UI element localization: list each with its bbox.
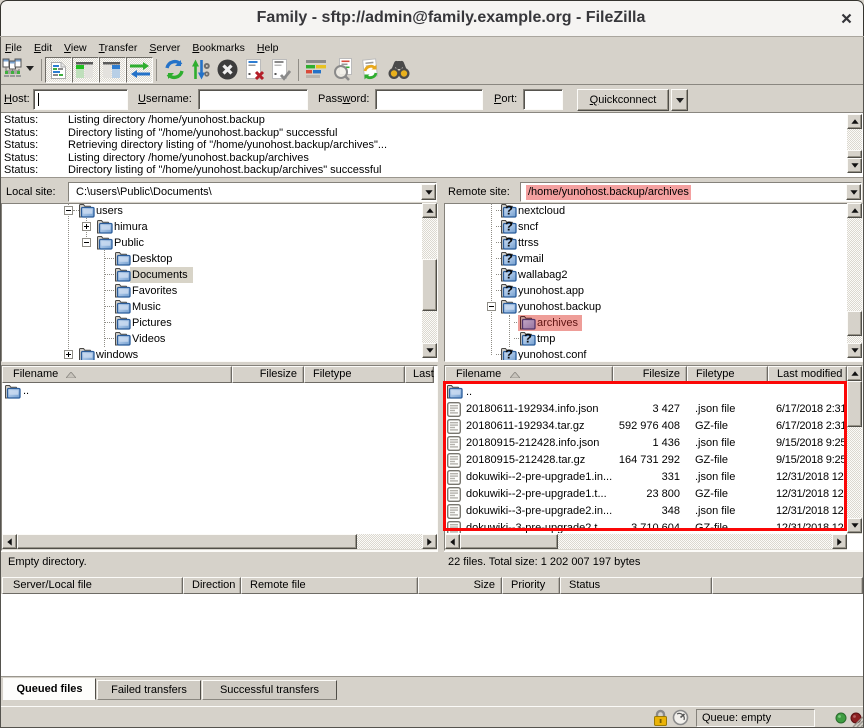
svg-text:?: ? (505, 347, 513, 360)
svg-text:?: ? (505, 235, 513, 250)
svg-text:?: ? (505, 283, 513, 298)
svg-text:?: ? (505, 267, 513, 282)
svg-text:?: ? (505, 251, 513, 266)
svg-text:?: ? (524, 331, 532, 346)
svg-text:?: ? (505, 203, 513, 218)
svg-text:?: ? (505, 219, 513, 234)
